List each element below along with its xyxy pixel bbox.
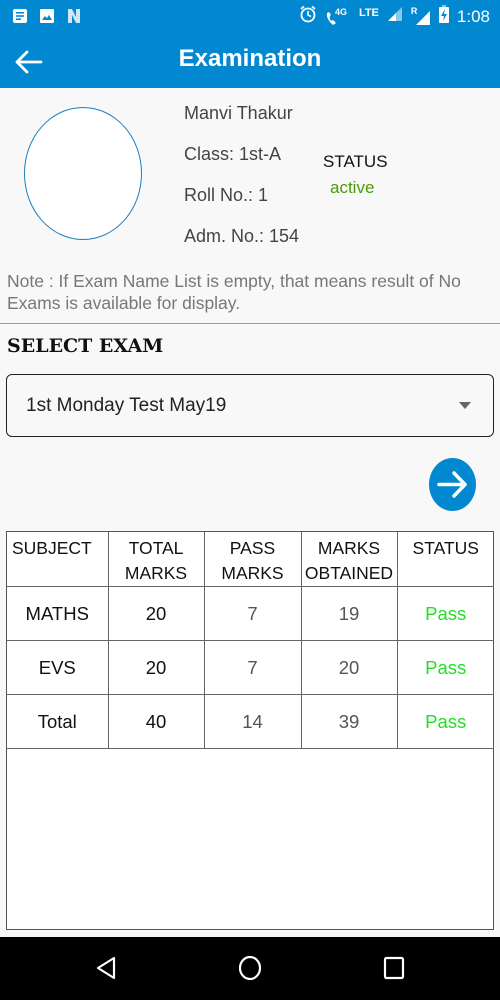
status-bar: 4G LTE R 1:08 — [0, 0, 500, 34]
student-roll-no: Roll No.: 1 — [184, 185, 269, 205]
cell-status: Pass — [396, 586, 494, 641]
nav-home-button[interactable] — [238, 955, 262, 986]
header-marks-obtained-line1: MARKS — [317, 538, 381, 558]
header-status-label: STATUS — [412, 538, 479, 558]
status-label: STATUS — [323, 152, 388, 171]
cell-pass-marks: 7 — [203, 640, 302, 695]
table-row-total: Total 40 14 39 Pass — [7, 694, 494, 749]
n-app-icon — [66, 8, 82, 24]
header-marks-obtained-line2: OBTAINED — [304, 563, 394, 583]
notes-icon — [12, 8, 28, 24]
note-text: Note : If Exam Name List is empty, that … — [7, 271, 461, 313]
cell-marks-obtained: 19 — [300, 586, 398, 641]
battery-charging-icon — [438, 5, 449, 28]
cell-status: Pass — [396, 640, 494, 695]
nav-back-button[interactable] — [94, 955, 118, 986]
status-badge: active — [330, 178, 375, 197]
header-total-marks-line2: MARKS — [124, 563, 188, 583]
student-class: Class: 1st-A — [184, 144, 282, 164]
table-row: MATHS 20 7 19 Pass — [7, 586, 494, 641]
cell-pass-marks: 14 — [203, 694, 302, 749]
network-type-label: 4G — [334, 6, 347, 17]
student-name: Manvi Thakur — [184, 103, 293, 123]
divider — [0, 323, 500, 324]
header-marks-obtained: MARKS OBTAINED — [300, 532, 398, 587]
header-total-marks: TOTAL MARKS — [107, 532, 205, 587]
cell-subject: MATHS — [7, 586, 109, 641]
results-table: SUBJECT TOTAL MARKS PASS MARKS MARKS OBTAIN… — [6, 531, 494, 930]
back-nav-icon — [96, 956, 116, 980]
clock: 1:08 — [456, 6, 490, 26]
alarm-icon — [299, 5, 317, 28]
cell-marks-obtained: 39 — [300, 694, 398, 749]
cell-total-marks: 40 — [107, 694, 205, 749]
select-exam-heading: SELECT EXAM — [7, 335, 164, 357]
dropdown-arrow-icon — [459, 402, 471, 409]
header-subject: SUBJECT — [7, 532, 109, 587]
nav-recents-button[interactable] — [382, 955, 406, 986]
recents-nav-icon — [383, 956, 405, 980]
home-nav-icon — [238, 955, 262, 981]
notification-icons — [12, 8, 82, 24]
system-nav-bar — [0, 937, 500, 1000]
table-row: EVS 20 7 20 Pass — [7, 640, 494, 695]
cell-status: Pass — [396, 694, 494, 749]
cell-subject: Total — [7, 694, 109, 749]
arrow-forward-icon — [437, 471, 467, 498]
student-adm-no: Adm. No.: 154 — [184, 226, 300, 246]
exam-dropdown-value: 1st Monday Test May19 — [26, 395, 227, 416]
cell-total-marks: 20 — [107, 640, 205, 695]
roaming-signal-icon: R — [411, 6, 431, 26]
system-icons: 4G LTE R 1:08 — [299, 5, 490, 28]
header-status: STATUS — [396, 532, 494, 587]
header-total-marks-line1: TOTAL — [128, 538, 184, 558]
avatar — [24, 107, 142, 240]
table-header-row: SUBJECT TOTAL MARKS PASS MARKS MARKS OBTAIN… — [7, 532, 494, 587]
header-pass-marks-line2: MARKS — [221, 563, 284, 583]
header-subject-label: SUBJECT — [12, 538, 92, 558]
cell-pass-marks: 7 — [203, 586, 302, 641]
header-pass-marks: PASS MARKS — [203, 532, 302, 587]
header-pass-marks-line1: PASS — [229, 538, 276, 558]
volte-call-icon: 4G — [325, 7, 351, 27]
page-title: Examination — [178, 45, 322, 72]
image-icon — [39, 8, 55, 24]
cell-subject: EVS — [7, 640, 109, 695]
exam-dropdown[interactable]: 1st Monday Test May19 — [6, 374, 494, 437]
submit-exam-button[interactable] — [429, 458, 476, 511]
lte-label: LTE — [358, 6, 379, 19]
signal-icon — [387, 6, 403, 27]
cell-total-marks: 20 — [107, 586, 205, 641]
cell-marks-obtained: 20 — [300, 640, 398, 695]
app-bar: Examination — [0, 34, 500, 88]
